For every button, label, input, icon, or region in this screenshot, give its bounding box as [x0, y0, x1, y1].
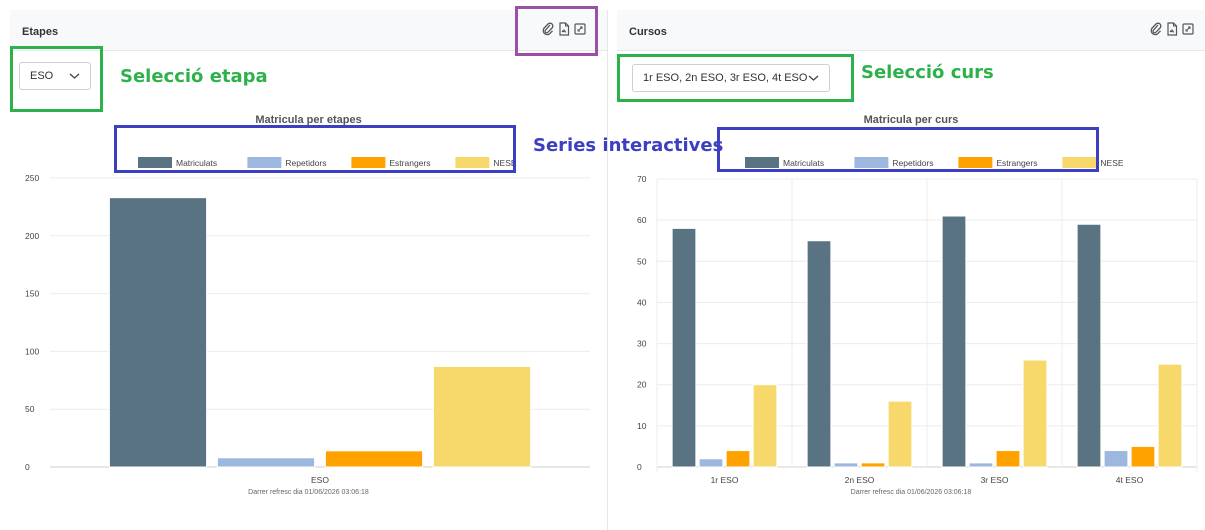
y-tick-label: 0	[25, 462, 30, 472]
y-tick-label: 0	[637, 462, 642, 472]
cursos-panel-header: Cursos	[617, 10, 1205, 51]
toolbar-annotation-box	[515, 6, 598, 56]
cursos-chart: Matriculats Repetidors Estrangers NESE01020…	[637, 157, 1198, 485]
bar-matriculats[interactable]	[941, 215, 967, 468]
etapa-annotation-label: Selecció etapa	[120, 66, 268, 87]
x-tick-label: 3r ESO	[981, 475, 1009, 485]
curs-annotation-label: Selecció curs	[861, 62, 994, 83]
bar-repetidors[interactable]	[216, 457, 316, 468]
expand-icon[interactable]	[1182, 22, 1194, 36]
etapes-panel-title: Etapes	[22, 26, 59, 38]
bar-nese[interactable]	[887, 400, 913, 468]
curs-annotation-box	[617, 54, 854, 102]
cursos-chart-title: Matricula per curs	[863, 114, 959, 126]
y-tick-label: 70	[637, 174, 647, 184]
cursos-toolbar	[1150, 22, 1194, 36]
bar-nese[interactable]	[432, 365, 532, 468]
y-tick-label: 10	[637, 421, 647, 431]
x-tick-label: 1r ESO	[711, 475, 739, 485]
bar-repetidors[interactable]	[1103, 450, 1129, 468]
bar-matriculats[interactable]	[806, 240, 832, 468]
bar-matriculats[interactable]	[108, 197, 208, 468]
y-tick-label: 250	[25, 173, 39, 183]
bar-estrangers[interactable]	[725, 450, 751, 468]
bar-estrangers[interactable]	[324, 450, 424, 468]
y-tick-label: 200	[25, 231, 39, 241]
bar-nese[interactable]	[1022, 359, 1048, 468]
bar-nese[interactable]	[752, 384, 778, 468]
bar-estrangers[interactable]	[860, 462, 886, 468]
legend-label: NESE	[1100, 158, 1123, 168]
bar-matriculats[interactable]	[671, 227, 697, 468]
y-tick-label: 30	[637, 339, 647, 349]
bar-nese[interactable]	[1157, 363, 1183, 468]
cursos-refresh-footer: Darrer refresc dia 01/06/2026 03:06:18	[850, 489, 972, 496]
bar-estrangers[interactable]	[995, 450, 1021, 468]
y-tick-label: 60	[637, 215, 647, 225]
bar-repetidors[interactable]	[968, 462, 994, 468]
x-tick-label: ESO	[311, 475, 329, 485]
etapes-chart: Matriculats Repetidors Estrangers NESE05010…	[25, 157, 590, 485]
y-tick-label: 150	[25, 289, 39, 299]
bar-estrangers[interactable]	[1130, 445, 1156, 468]
paperclip-icon[interactable]	[1150, 22, 1162, 36]
series-annotation-box-right	[717, 127, 1099, 172]
pdf-icon[interactable]	[1166, 22, 1178, 36]
y-tick-label: 50	[25, 404, 35, 414]
series-annotation-box-left	[114, 125, 516, 173]
x-tick-label: 2n ESO	[845, 475, 875, 485]
y-tick-label: 40	[637, 297, 647, 307]
cursos-panel-title: Cursos	[629, 26, 667, 38]
etapa-annotation-box	[10, 46, 103, 112]
x-tick-label: 4t ESO	[1116, 475, 1144, 485]
y-tick-label: 20	[637, 380, 647, 390]
y-tick-label: 100	[25, 346, 39, 356]
y-tick-label: 50	[637, 256, 647, 266]
bar-matriculats[interactable]	[1076, 223, 1102, 468]
bar-repetidors[interactable]	[698, 458, 724, 468]
bar-repetidors[interactable]	[833, 462, 859, 468]
etapes-refresh-footer: Darrer refresc dia 01/06/2026 03:06:18	[248, 489, 369, 496]
series-annotation-label: Series interactives	[533, 135, 724, 156]
